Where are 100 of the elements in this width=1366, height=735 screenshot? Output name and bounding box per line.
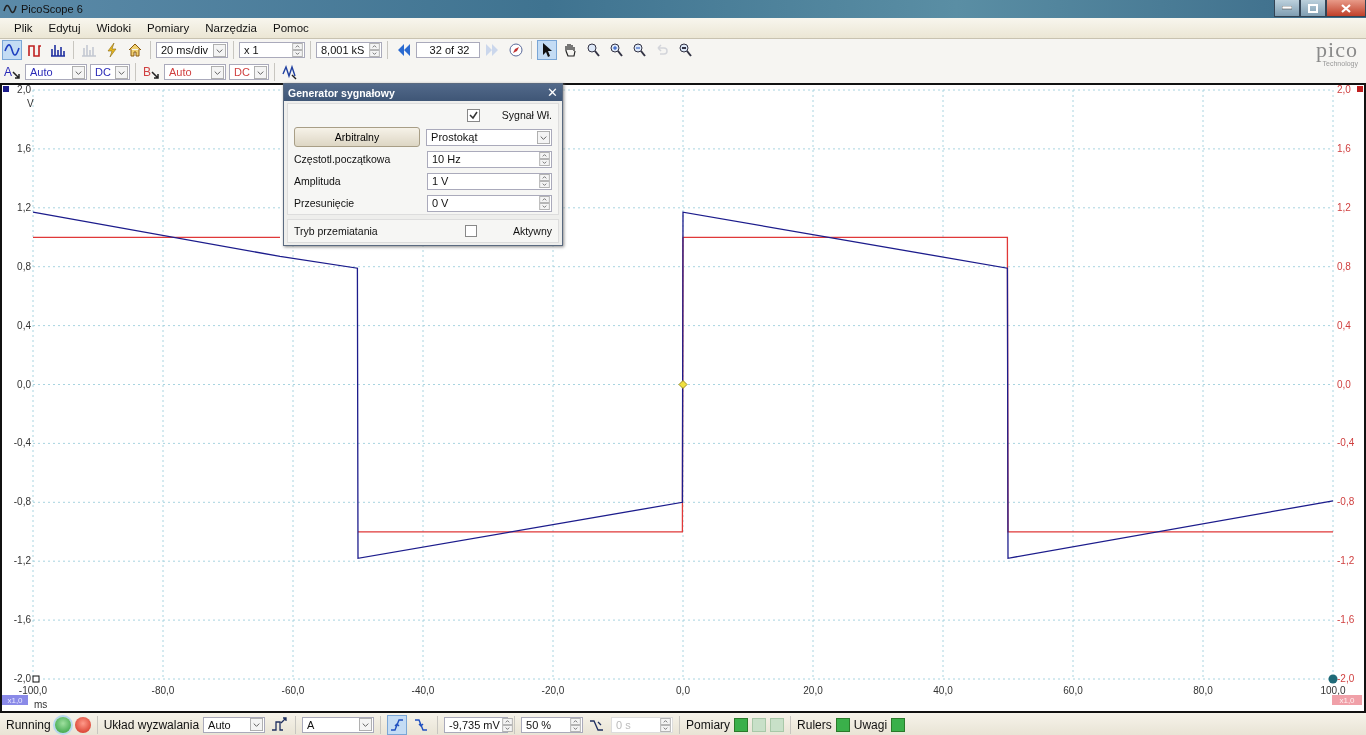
compass-button[interactable] [506, 40, 526, 60]
restore-icon [1308, 3, 1318, 13]
stop-button[interactable] [74, 716, 91, 733]
menu-item[interactable]: Pomoc [265, 22, 317, 34]
bars-icon [81, 42, 97, 58]
y-axis-label: 2,0 [1337, 85, 1351, 95]
waveform-dropdown[interactable]: Prostokąt [426, 128, 552, 146]
spinner-icon [539, 152, 550, 166]
x-axis-label: -80,0 [151, 685, 175, 696]
menu-item[interactable]: Narzędzia [197, 22, 265, 34]
x-scale-tag: x1,0 [2, 695, 28, 705]
rulers-button[interactable] [835, 717, 850, 732]
checkbox-label: Aktywny [512, 225, 552, 237]
trigger-mode-dropdown[interactable]: Auto [203, 716, 266, 733]
samples-spinbox[interactable]: 8,001 kS [316, 42, 382, 58]
trigger-marker[interactable] [678, 380, 688, 389]
undo-icon [654, 42, 670, 58]
range-dropdown[interactable]: Auto [25, 64, 87, 80]
spinner-icon [570, 717, 582, 732]
y-axis-unit: V [27, 98, 34, 109]
y-axis-label: -1,2 [1337, 555, 1355, 567]
rising-icon [389, 716, 406, 733]
pointer-tool-button[interactable] [537, 40, 557, 60]
coupling-dropdown[interactable]: DC [90, 64, 130, 80]
y-axis-label: -0,8 [1337, 496, 1355, 508]
window-title: PicoScope 6 [21, 3, 83, 15]
compass-icon [508, 42, 524, 58]
status-text: Running [6, 717, 51, 732]
lightning-icon [104, 42, 120, 58]
restore-button[interactable] [1300, 0, 1326, 17]
field-label: Przesunięcie [294, 197, 356, 209]
notes-label: Uwagi [853, 717, 888, 732]
y-axis-label: -0,4 [13, 437, 31, 449]
channel-marker[interactable] [1357, 86, 1363, 92]
scope-mode-button[interactable] [2, 40, 22, 60]
ruler-handle[interactable] [1328, 674, 1338, 684]
axis-marker[interactable] [32, 675, 40, 683]
coupling-dropdown[interactable]: DC [229, 64, 270, 80]
menu-item[interactable]: Widoki [88, 22, 139, 34]
dialog-title: Generator sygnałowy [288, 86, 396, 99]
y-axis-label: -0,4 [1337, 437, 1355, 449]
hand-icon [562, 42, 578, 58]
y-axis-label: -1,2 [13, 555, 31, 567]
minimize-icon [1282, 6, 1292, 10]
logo: pico [1316, 40, 1358, 60]
y-axis-label: 1,2 [1337, 201, 1351, 213]
start-button[interactable] [54, 716, 71, 733]
channel-button[interactable]: A [2, 65, 22, 79]
spinner-icon [292, 43, 303, 57]
rulers-label: Rulers [797, 717, 832, 732]
close-button[interactable]: ✕ [547, 85, 558, 100]
caret-icon [72, 65, 85, 79]
y-axis-label: 0,0 [17, 378, 31, 390]
zoom-spinbox[interactable]: x 1 [239, 42, 305, 58]
checkbox[interactable] [464, 225, 477, 237]
y-axis-label: 0,4 [1337, 319, 1351, 331]
notes-button[interactable] [891, 717, 906, 732]
y-axis-label: 0,8 [1337, 260, 1351, 272]
falling-icon [413, 716, 430, 733]
x-axis-label: 100,0 [1320, 685, 1346, 696]
input-field[interactable]: 1 V [426, 172, 552, 190]
y-axis-label: -2,0 [13, 673, 31, 684]
arrow-icon [12, 71, 20, 79]
spinner-icon [539, 196, 550, 210]
zoom-out-icon [631, 42, 647, 58]
caret-icon [359, 718, 373, 731]
home-icon [127, 42, 143, 58]
channel-button[interactable]: B [141, 65, 162, 79]
arbitrary-button[interactable]: Arbitralny [294, 127, 421, 147]
y-axis-label: 1,6 [17, 142, 31, 154]
y-axis-label: 1,2 [17, 201, 31, 213]
y-axis-label: -1,6 [13, 614, 31, 626]
minimize-button[interactable] [1274, 0, 1300, 17]
trigger-label: Układ wyzwalania [103, 717, 200, 732]
menu-item[interactable]: Edytuj [40, 22, 89, 34]
field-label: Amplituda [294, 175, 342, 187]
spinner-icon [369, 43, 380, 57]
close-icon [1341, 3, 1351, 13]
checkbox[interactable] [466, 108, 480, 122]
source-dropdown[interactable]: A [302, 716, 375, 733]
menu-item[interactable]: Plik [6, 22, 41, 34]
field-label: Częstotl.początkowa [294, 153, 392, 165]
close-button[interactable] [1326, 0, 1366, 17]
range-dropdown[interactable]: Auto [164, 64, 227, 80]
input-field[interactable]: 10 Hz [426, 150, 552, 168]
add-measurement-button[interactable] [734, 717, 749, 732]
buffer-field[interactable]: 32 of 32 [416, 42, 480, 58]
channel-marker[interactable] [3, 86, 9, 92]
spectrum-icon [50, 42, 66, 58]
input-field[interactable]: 0 V [426, 194, 552, 212]
timebase-dropdown[interactable]: 20 ms/div [156, 42, 228, 58]
forward-icon [485, 42, 501, 58]
caret-icon [211, 65, 225, 79]
zoom-fit-icon [677, 42, 693, 58]
caret-icon [537, 130, 550, 144]
trigger-position-spinbox[interactable]: 50 % [521, 716, 584, 733]
rising-edge-button[interactable] [387, 714, 408, 735]
y-axis-label: 0,4 [17, 319, 31, 331]
x-axis-label: 80,0 [1193, 685, 1213, 696]
menu-item[interactable]: Pomiary [139, 22, 198, 34]
